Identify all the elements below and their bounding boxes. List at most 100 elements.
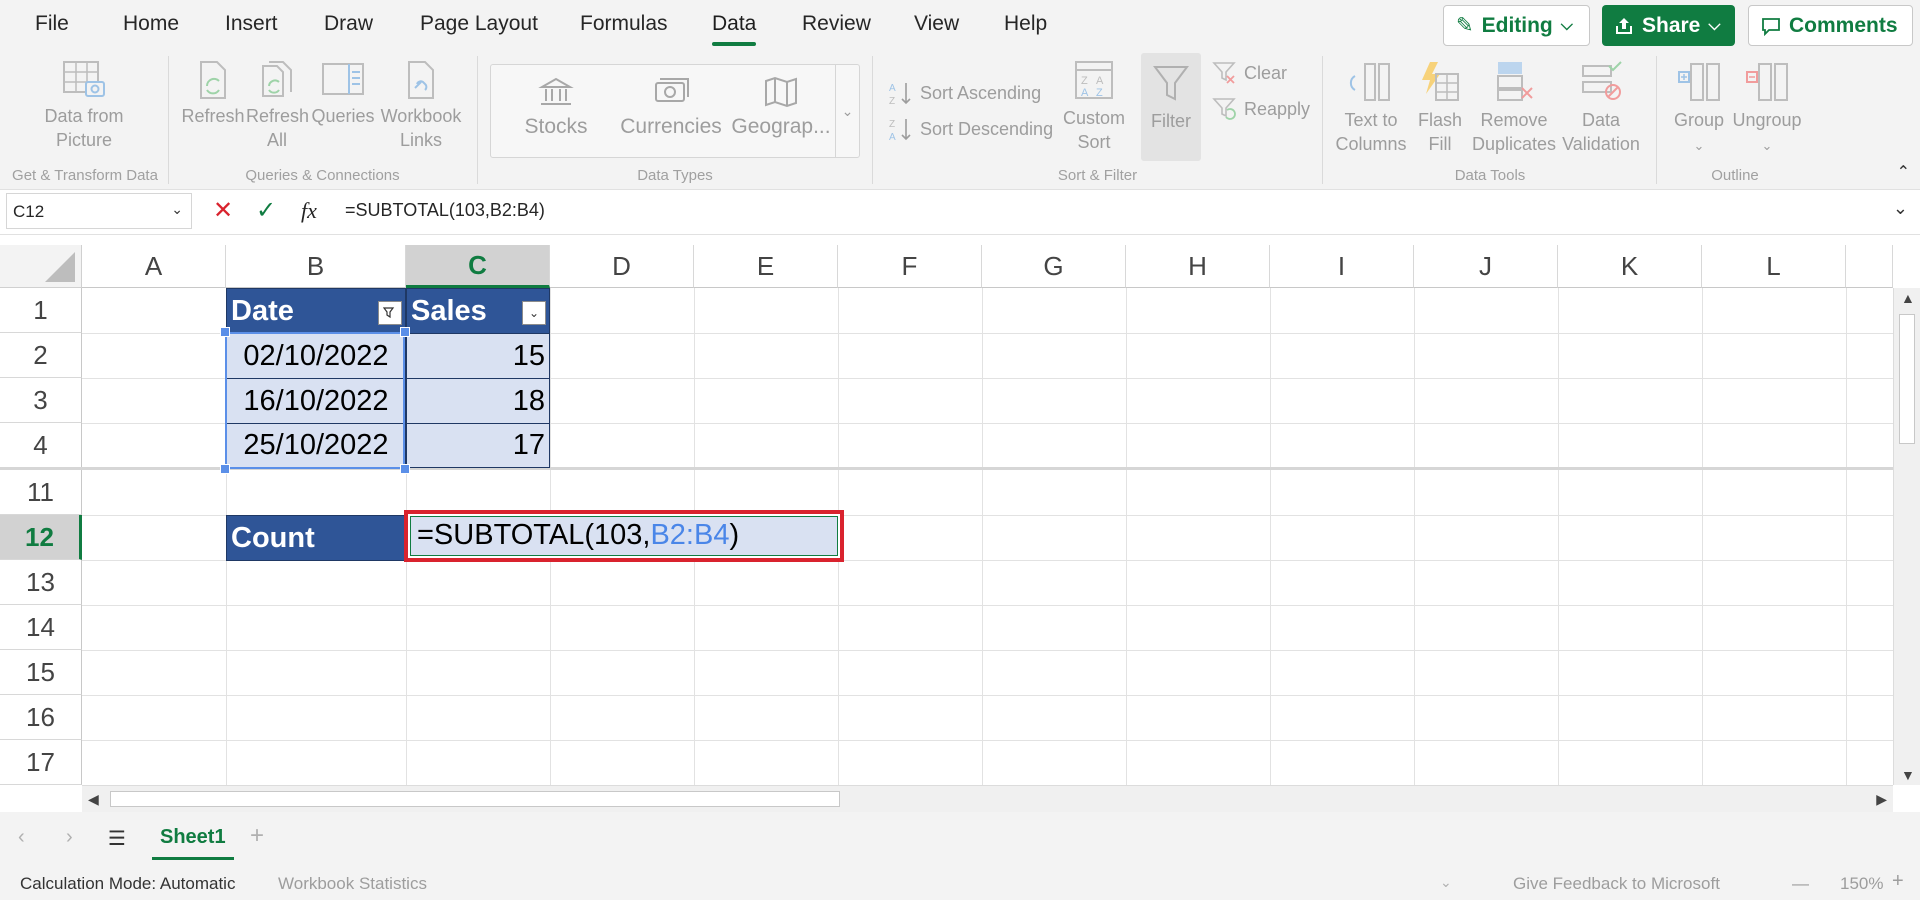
filter-dropdown-date[interactable] xyxy=(378,301,402,325)
tab-formulas[interactable]: Formulas xyxy=(580,12,668,36)
previous-sheet-icon[interactable]: ‹ xyxy=(18,826,25,849)
flash-fill-button[interactable]: Flash Fill xyxy=(1412,60,1468,156)
range-resize-handle[interactable] xyxy=(220,327,230,337)
tab-review[interactable]: Review xyxy=(802,12,871,36)
horizontal-scrollbar[interactable]: ◀ ▶ xyxy=(82,785,1893,812)
editing-button[interactable]: ✎ Editing ⌵ xyxy=(1443,5,1590,46)
feedback-link[interactable]: Give Feedback to Microsoft xyxy=(1513,874,1720,894)
sheet-tab[interactable]: Sheet1 xyxy=(152,818,234,860)
column-header-a[interactable]: A xyxy=(82,245,226,288)
vertical-scroll-thumb[interactable] xyxy=(1899,314,1915,444)
workbook-statistics-button[interactable]: Workbook Statistics xyxy=(278,874,427,894)
column-header-h[interactable]: H xyxy=(1126,245,1270,288)
confirm-icon[interactable]: ✓ xyxy=(256,196,276,225)
tab-file[interactable]: File xyxy=(35,12,69,36)
comments-button[interactable]: Comments xyxy=(1748,5,1913,46)
tab-data[interactable]: Data xyxy=(712,12,757,46)
table-cell-sales[interactable]: 18 xyxy=(406,378,550,424)
count-label-cell[interactable]: Count xyxy=(226,515,406,561)
column-header-k[interactable]: K xyxy=(1558,245,1702,288)
vertical-scrollbar[interactable]: ▲ ▼ xyxy=(1893,288,1920,785)
range-resize-handle[interactable] xyxy=(220,464,230,474)
tab-page-layout[interactable]: Page Layout xyxy=(420,12,538,36)
table-cell-date[interactable]: 16/10/2022 xyxy=(226,378,406,424)
table-cell-date[interactable]: 25/10/2022 xyxy=(226,423,406,468)
tab-help[interactable]: Help xyxy=(1004,12,1047,36)
column-header-l[interactable]: L xyxy=(1702,245,1846,288)
name-box[interactable]: C12 ⌄ xyxy=(6,193,192,229)
select-all-button[interactable] xyxy=(0,245,82,288)
column-header-i[interactable]: I xyxy=(1270,245,1414,288)
insert-function-icon[interactable]: fx xyxy=(301,198,317,224)
active-cell-editor[interactable]: =SUBTOTAL(103,B2:B4) xyxy=(410,516,838,556)
tab-home[interactable]: Home xyxy=(123,12,179,36)
column-header-g[interactable]: G xyxy=(982,245,1126,288)
row-header-16[interactable]: 16 xyxy=(0,695,82,740)
group-button[interactable]: Group ⌄ xyxy=(1668,60,1730,158)
ungroup-button[interactable]: Ungroup ⌄ xyxy=(1730,60,1804,158)
row-header-17[interactable]: 17 xyxy=(0,740,82,785)
chevron-down-icon[interactable]: ⌄ xyxy=(1440,874,1452,891)
queries-button[interactable]: Queries xyxy=(310,60,376,128)
currencies-button[interactable]: Currencies xyxy=(611,75,731,139)
column-header-partial[interactable] xyxy=(1846,245,1893,288)
filter-button[interactable]: Filter xyxy=(1141,53,1201,161)
gallery-expand-button[interactable]: ⌄ xyxy=(835,65,859,157)
row-header-12[interactable]: 12 xyxy=(0,515,82,560)
refresh-button[interactable]: Refresh xyxy=(180,60,246,128)
column-header-d[interactable]: D xyxy=(550,245,694,288)
scroll-up-icon[interactable]: ▲ xyxy=(1901,290,1915,306)
row-header-13[interactable]: 13 xyxy=(0,560,82,605)
all-sheets-menu-icon[interactable]: ☰ xyxy=(108,826,126,851)
filter-dropdown-sales[interactable]: ⌄ xyxy=(522,301,546,325)
table-cell-sales[interactable]: 15 xyxy=(406,333,550,379)
column-header-b[interactable]: B xyxy=(226,245,406,288)
range-resize-handle[interactable] xyxy=(400,327,410,337)
range-resize-handle[interactable] xyxy=(400,464,410,474)
row-header-14[interactable]: 14 xyxy=(0,605,82,650)
cancel-icon[interactable]: ✕ xyxy=(213,196,233,225)
horizontal-scroll-thumb[interactable] xyxy=(110,791,840,807)
sort-descending-button[interactable]: ZA Sort Descending xyxy=(888,116,1053,143)
data-from-picture-button[interactable]: Data from Picture xyxy=(36,60,132,152)
tab-view[interactable]: View xyxy=(914,12,959,36)
geography-button[interactable]: Geograp... xyxy=(726,75,836,139)
table-cell-sales[interactable]: 17 xyxy=(406,423,550,468)
sort-ascending-button[interactable]: AZ Sort Ascending xyxy=(888,80,1041,107)
add-sheet-icon[interactable]: + xyxy=(250,822,264,850)
tab-draw[interactable]: Draw xyxy=(324,12,373,36)
row-header-15[interactable]: 15 xyxy=(0,650,82,695)
collapse-ribbon-icon[interactable]: ⌃ xyxy=(1897,162,1910,182)
row-header-1[interactable]: 1 xyxy=(0,288,82,333)
zoom-in-icon[interactable]: + xyxy=(1892,870,1904,893)
data-validation-button[interactable]: Data Validation xyxy=(1560,60,1642,156)
column-header-c[interactable]: C xyxy=(406,245,550,288)
scroll-down-icon[interactable]: ▼ xyxy=(1901,767,1915,783)
reapply-button[interactable]: Reapply xyxy=(1212,96,1310,122)
workbook-links-button[interactable]: Workbook Links xyxy=(378,60,464,152)
row-header-4[interactable]: 4 xyxy=(0,423,82,468)
zoom-level[interactable]: 150% xyxy=(1840,874,1883,894)
column-header-f[interactable]: F xyxy=(838,245,982,288)
expand-formula-bar-icon[interactable]: ⌄ xyxy=(1893,198,1908,219)
formula-input[interactable]: =SUBTOTAL(103,B2:B4) xyxy=(345,200,545,221)
refresh-all-button[interactable]: Refresh All xyxy=(246,60,309,152)
row-header-11[interactable]: 11 xyxy=(0,470,82,515)
column-header-e[interactable]: E xyxy=(694,245,838,288)
scroll-right-icon[interactable]: ▶ xyxy=(1876,791,1887,808)
tab-insert[interactable]: Insert xyxy=(225,12,278,36)
text-to-columns-button[interactable]: Text to Columns xyxy=(1332,60,1410,156)
column-header-j[interactable]: J xyxy=(1414,245,1558,288)
zoom-out-icon[interactable]: — xyxy=(1792,874,1809,894)
clear-filter-button[interactable]: Clear xyxy=(1212,60,1287,86)
custom-sort-button[interactable]: ZAAZ Custom Sort xyxy=(1058,58,1130,154)
row-header-3[interactable]: 3 xyxy=(0,378,82,423)
table-cell-date[interactable]: 02/10/2022 xyxy=(226,333,406,379)
stocks-button[interactable]: Stocks xyxy=(511,75,601,139)
next-sheet-icon[interactable]: › xyxy=(66,826,73,849)
row-header-2[interactable]: 2 xyxy=(0,333,82,378)
remove-duplicates-button[interactable]: Remove Duplicates xyxy=(1468,60,1560,156)
scroll-left-icon[interactable]: ◀ xyxy=(88,791,99,808)
data-types-gallery[interactable]: Stocks Currencies Geograp... ⌄ xyxy=(490,64,860,158)
share-button[interactable]: Share ⌵ xyxy=(1602,5,1735,46)
